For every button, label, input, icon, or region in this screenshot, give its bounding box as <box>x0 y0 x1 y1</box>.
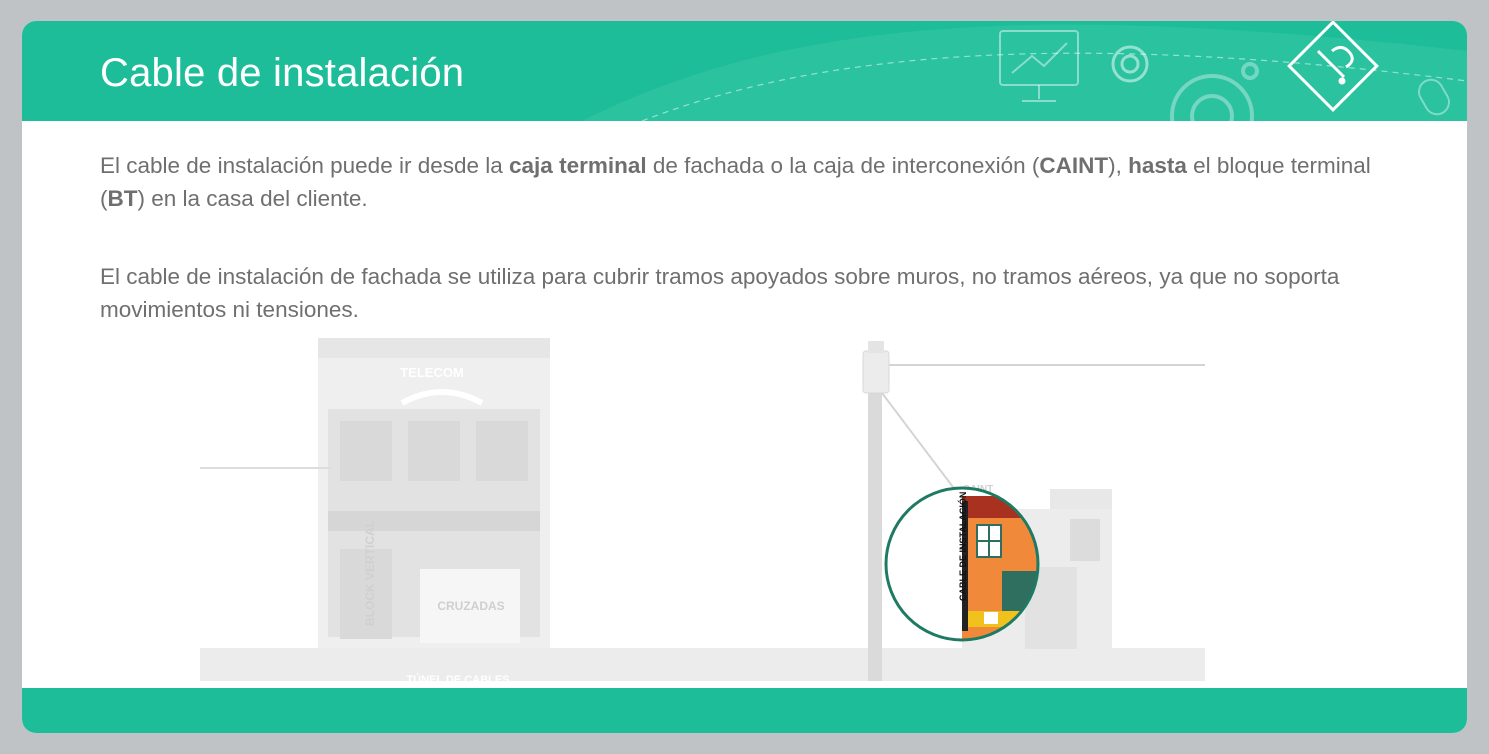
header-banner: Cable de instalación <box>22 21 1467 121</box>
ground <box>200 648 1205 681</box>
tunnel-label: TÚNEL DE CABLES <box>406 673 509 686</box>
page-title: Cable de instalación <box>100 51 465 95</box>
cable-label: CABLE DE INSTALACIÓN <box>957 492 968 601</box>
slide-card: Cable de instalación El cable de instala… <box>22 21 1467 733</box>
paragraph-2: El cable de instalación de fachada se ut… <box>100 264 1340 322</box>
footer-bar <box>22 688 1467 733</box>
paragraph-1: El cable de instalación puede ir desde l… <box>100 153 1371 211</box>
block-vertical-label: BLOCK VERTICAL <box>363 520 377 626</box>
installation-illustration: TELECOM BLOCK VERTICAL CRUZADAS TÚNEL DE… <box>200 338 1205 686</box>
telecom-sign: TELECOM <box>400 365 464 380</box>
crossings-label: CRUZADAS <box>437 599 504 613</box>
